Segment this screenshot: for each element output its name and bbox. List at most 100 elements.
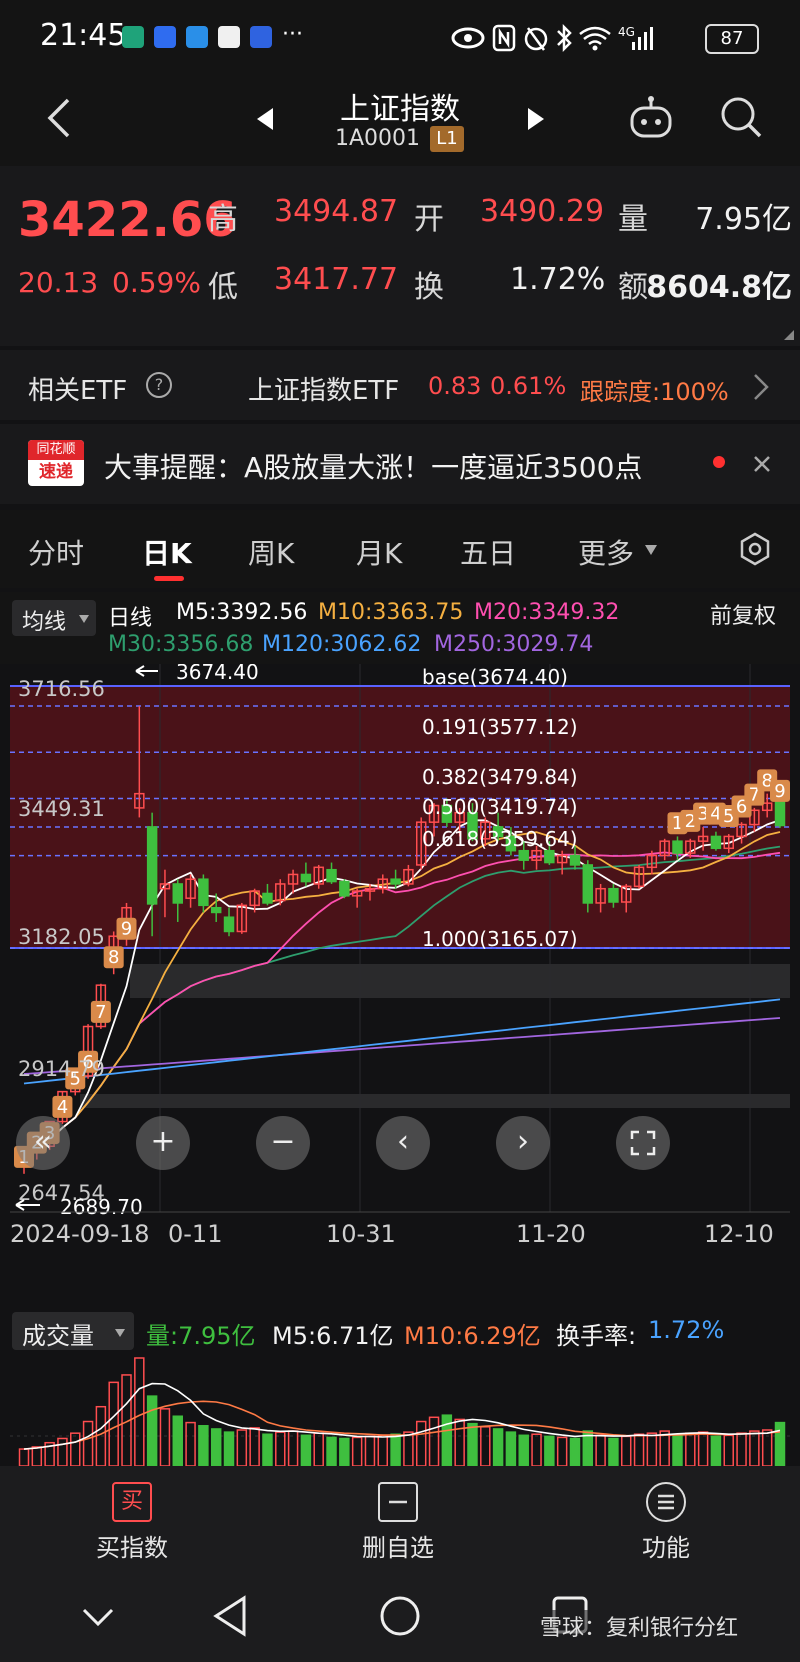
m120-value: M120:3062.62: [262, 632, 422, 657]
volume-bar: [223, 1431, 235, 1466]
volume-bar: [492, 1428, 504, 1466]
candle-body: [608, 887, 619, 903]
system-nav-bar: 雪球：复利银行分红: [0, 1576, 800, 1662]
voice-app-icon: [154, 26, 176, 48]
volume-bar: [544, 1435, 555, 1466]
zoom-in-button[interactable]: +: [136, 1116, 190, 1170]
m20-value: M20:3349.32: [474, 600, 620, 625]
fullscreen-icon: [630, 1130, 656, 1156]
status-bar: 21:45 ··· 4G 87: [0, 0, 800, 76]
etf-value: 0.83: [428, 372, 482, 400]
volume-bar: [774, 1421, 786, 1466]
candle-body: [672, 840, 683, 854]
timer-app-icon: [122, 26, 144, 48]
candle-body: [300, 873, 312, 883]
volume-bar: [210, 1428, 222, 1466]
support-band: [130, 964, 790, 998]
minus-square-icon: [378, 1482, 418, 1522]
tab-daily-k[interactable]: 日K: [142, 532, 192, 572]
etf-pct: 0.61%: [490, 372, 567, 400]
volume-m10: M10:6.29亿: [404, 1322, 541, 1350]
home-nav-icon[interactable]: [378, 1594, 422, 1638]
buy-index-button[interactable]: 买 买指数: [72, 1482, 192, 1563]
hide-keyboard-icon[interactable]: [80, 1602, 116, 1632]
volume-bar: [710, 1435, 722, 1466]
price-label-top: 3716.56: [18, 677, 105, 701]
zoom-out-button[interactable]: −: [256, 1116, 310, 1170]
fib-label-0500: 0.500(3419.74): [422, 795, 578, 819]
ma-selector[interactable]: 均线: [12, 600, 96, 636]
ma-selector-label: 均线: [22, 610, 67, 635]
tab-five-day[interactable]: 五日: [460, 532, 516, 572]
price-label-band: 3182.05: [18, 925, 105, 949]
active-tab-indicator: [154, 576, 184, 581]
system-status-icons: 4G: [451, 23, 653, 53]
td-count-label: 9: [121, 919, 132, 940]
news-logo-bottom: 速递: [39, 462, 73, 482]
news-text[interactable]: 大事提醒：A股放量大涨！一度逼近3500点: [104, 446, 642, 486]
candle-body: [210, 906, 222, 914]
etf-name: 上证指数ETF: [248, 376, 400, 406]
date-label-start: 2024-09-18: [10, 1220, 149, 1246]
volume-value: 量:7.95亿: [146, 1322, 256, 1350]
min-price-marker: 2689.70: [60, 1195, 143, 1219]
network-type: 4G: [618, 25, 635, 39]
collapse-left-button[interactable]: «: [16, 1116, 70, 1170]
tab-more[interactable]: 更多: [578, 532, 634, 572]
tab-weekly-k[interactable]: 周K: [248, 532, 294, 572]
remove-watchlist-label: 删自选: [362, 1534, 434, 1562]
news-logo: 同花顺 速递: [28, 440, 84, 486]
bottom-action-bar: 买 买指数 删自选 功能: [0, 1466, 800, 1576]
fib-label-base: base(3674.40): [422, 665, 568, 689]
scroll-left-button[interactable]: ‹: [376, 1116, 430, 1170]
volume-selector[interactable]: 成交量: [12, 1312, 134, 1350]
volume-bar: [608, 1437, 619, 1466]
buy-index-label: 买指数: [96, 1534, 168, 1562]
expand-corner-icon[interactable]: [782, 328, 796, 342]
turnover-rate-label: 换手率:: [556, 1322, 637, 1350]
caret-down-icon: [115, 1329, 125, 1337]
candle-body: [390, 878, 401, 885]
health-app-icon: [218, 26, 240, 48]
function-button[interactable]: 功能: [606, 1482, 726, 1563]
more-notifications-icon: ···: [282, 22, 303, 47]
fib-label-1000: 1.000(3165.07): [422, 927, 578, 951]
news-row[interactable]: 同花顺 速递 大事提醒：A股放量大涨！一度逼近3500点: [0, 424, 800, 504]
volume-bar: [262, 1433, 273, 1466]
period-label: 日线: [108, 606, 153, 631]
back-nav-icon[interactable]: [210, 1594, 250, 1638]
function-label: 功能: [642, 1534, 690, 1562]
close-icon[interactable]: [752, 454, 772, 474]
page-title: 上证指数: [340, 92, 460, 127]
caret-down-icon: [79, 615, 89, 623]
amount-value: 8604.8亿: [646, 270, 792, 305]
support-band: [80, 1094, 790, 1108]
volume-bar: [339, 1437, 350, 1466]
candle-body: [582, 864, 594, 904]
search-icon[interactable]: [718, 94, 766, 142]
unread-dot: [713, 456, 725, 468]
m250-value: M250:3029.74: [434, 632, 594, 657]
candle-body: [518, 849, 529, 861]
tab-intraday[interactable]: 分时: [28, 532, 84, 572]
price-label-2914: 2914.79: [18, 1057, 105, 1081]
adjust-mode[interactable]: 前复权: [710, 598, 776, 630]
chevron-right-icon[interactable]: [752, 372, 770, 402]
settings-icon[interactable]: [738, 532, 772, 566]
remove-watchlist-button[interactable]: 删自选: [338, 1482, 458, 1563]
bluetooth-icon: [557, 23, 572, 53]
tab-monthly-k[interactable]: 月K: [356, 532, 402, 572]
next-stock-icon[interactable]: [526, 106, 546, 132]
m30-value: M30:3356.68: [108, 632, 254, 657]
stock-code: 1A0001: [335, 126, 421, 151]
scroll-right-button[interactable]: ›: [496, 1116, 550, 1170]
candle-body: [146, 826, 158, 905]
date-label-1120: 11-20: [516, 1220, 586, 1246]
robot-assistant-icon[interactable]: [626, 94, 676, 144]
help-icon[interactable]: ?: [146, 372, 172, 398]
related-etf-row[interactable]: 相关ETF ? 上证指数ETF 0.83 0.61% 跟踪度:100%: [0, 350, 800, 420]
fullscreen-button[interactable]: [616, 1116, 670, 1170]
td-count-label: 7: [95, 1002, 106, 1023]
level-badge: L1: [430, 126, 464, 152]
date-label-1031: 10-31: [326, 1220, 396, 1246]
